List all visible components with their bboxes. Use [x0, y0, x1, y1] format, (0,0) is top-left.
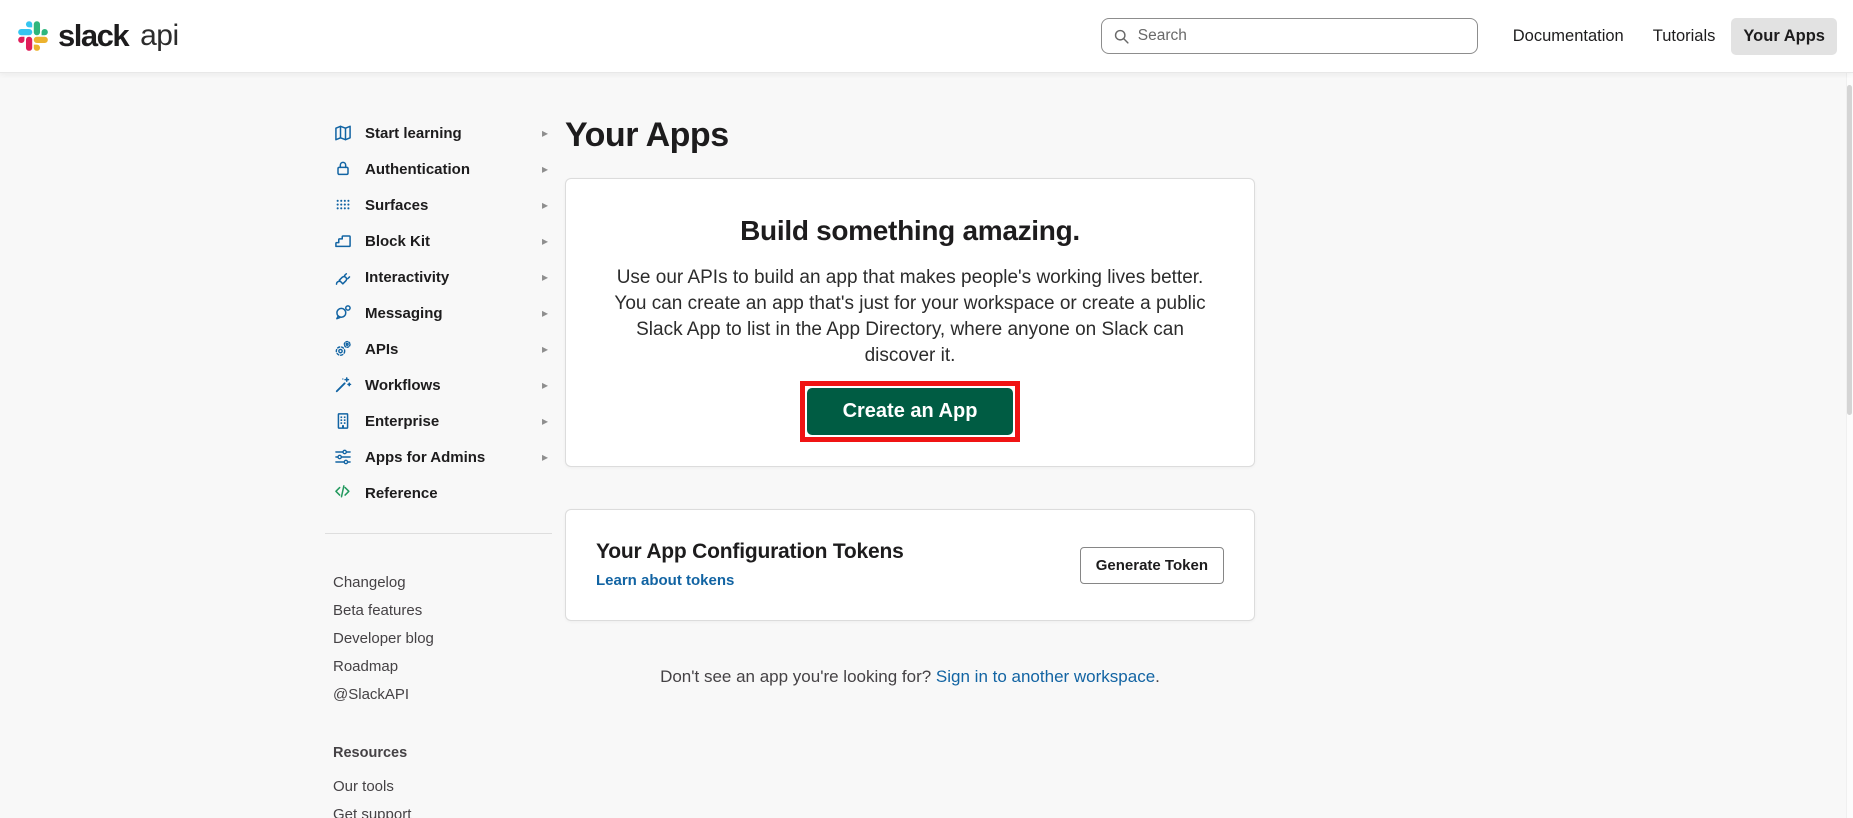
magic-wand-icon — [333, 375, 353, 395]
main-column: Your Apps Build something amazing. Use o… — [565, 115, 1255, 818]
sidebar-item-enterprise[interactable]: Enterprise ▸ — [325, 403, 562, 439]
workspace-note: Don't see an app you're looking for? Sig… — [565, 667, 1255, 687]
sidebar-item-block-kit[interactable]: Block Kit ▸ — [325, 223, 562, 259]
create-an-app-button[interactable]: Create an App — [807, 388, 1014, 435]
hero-card-title: Build something amazing. — [606, 215, 1214, 247]
config-tokens-card: Your App Configuration Tokens Learn abou… — [565, 509, 1255, 621]
logo-brand-text: slack — [58, 18, 128, 54]
sidebar-link-developer-blog[interactable]: Developer blog — [333, 625, 562, 653]
chevron-right-icon: ▸ — [542, 163, 548, 175]
logo-suffix-text: api — [140, 19, 179, 53]
resources-heading: Resources — [333, 745, 562, 761]
chevron-right-icon: ▸ — [542, 127, 548, 139]
sidebar-item-messaging[interactable]: Messaging ▸ — [325, 295, 562, 331]
sign-in-another-workspace-link[interactable]: Sign in to another workspace — [936, 667, 1155, 686]
slack-api-logo[interactable]: slack api — [18, 18, 179, 54]
sidebar-link-slackapi[interactable]: @SlackAPI — [333, 681, 562, 709]
sidebar-link-get-support[interactable]: Get support — [333, 801, 562, 818]
tokens-card-text: Your App Configuration Tokens Learn abou… — [596, 540, 904, 590]
page-content: Start learning ▸ Authentication ▸ Surfac… — [0, 73, 1853, 818]
sidebar-item-label: Apps for Admins — [365, 449, 485, 466]
nav-your-apps[interactable]: Your Apps — [1731, 18, 1837, 55]
sidebar-item-apps-for-admins[interactable]: Apps for Admins ▸ — [325, 439, 562, 475]
top-header: slack api Documentation Tutorials Your A… — [0, 0, 1853, 73]
chat-bubble-icon — [333, 303, 353, 323]
sidebar-item-authentication[interactable]: Authentication ▸ — [325, 151, 562, 187]
sidebar-item-interactivity[interactable]: Interactivity ▸ — [325, 259, 562, 295]
search-box[interactable] — [1101, 18, 1478, 54]
resources-links: Our tools Get support — [333, 773, 562, 818]
sidebar-link-our-tools[interactable]: Our tools — [333, 773, 562, 801]
chevron-right-icon: ▸ — [542, 271, 548, 283]
sliders-icon — [333, 447, 353, 467]
tokens-card-title: Your App Configuration Tokens — [596, 540, 904, 564]
chevron-right-icon: ▸ — [542, 307, 548, 319]
sidebar-link-beta-features[interactable]: Beta features — [333, 597, 562, 625]
gears-icon — [333, 339, 353, 359]
sidebar-item-surfaces[interactable]: Surfaces ▸ — [325, 187, 562, 223]
learn-about-tokens-link[interactable]: Learn about tokens — [596, 572, 734, 589]
chevron-right-icon: ▸ — [542, 235, 548, 247]
map-icon — [333, 123, 353, 143]
create-app-button-area: Create an App — [606, 381, 1214, 442]
chevron-right-icon: ▸ — [542, 415, 548, 427]
sidebar-item-label: Block Kit — [365, 233, 430, 250]
dot-grid-icon — [333, 195, 353, 215]
sidebar-item-label: Start learning — [365, 125, 462, 142]
workspace-note-text: Don't see an app you're looking for? — [660, 667, 936, 686]
sidebar-item-label: Authentication — [365, 161, 470, 178]
hero-card-body: Use our APIs to build an app that makes … — [606, 265, 1214, 369]
sidebar-item-label: Interactivity — [365, 269, 449, 286]
scrollbar-track[interactable] — [1846, 0, 1853, 818]
annotation-highlight-box: Create an App — [800, 381, 1021, 442]
sidebar-item-label: Enterprise — [365, 413, 439, 430]
sidebar-item-label: APIs — [365, 341, 398, 358]
sidebar-item-label: Messaging — [365, 305, 443, 322]
chevron-right-icon: ▸ — [542, 379, 548, 391]
chevron-right-icon: ▸ — [542, 451, 548, 463]
blocks-icon — [333, 231, 353, 251]
page-title: Your Apps — [565, 115, 1255, 156]
sidebar-link-roadmap[interactable]: Roadmap — [333, 653, 562, 681]
search-input[interactable] — [1138, 27, 1466, 45]
code-icon — [333, 483, 353, 503]
scrollbar-thumb[interactable] — [1847, 85, 1852, 415]
nav-tutorials[interactable]: Tutorials — [1653, 27, 1716, 46]
sidebar-item-apis[interactable]: APIs ▸ — [325, 331, 562, 367]
slack-logo-icon — [18, 21, 48, 51]
sidebar-divider — [325, 533, 552, 534]
sidebar-item-label: Surfaces — [365, 197, 428, 214]
chevron-right-icon: ▸ — [542, 343, 548, 355]
chevron-right-icon: ▸ — [542, 199, 548, 211]
header-nav: Documentation Tutorials Your Apps — [1513, 18, 1837, 55]
lock-icon — [333, 159, 353, 179]
workspace-note-suffix: . — [1155, 667, 1160, 686]
building-icon — [333, 411, 353, 431]
sidebar-links: Changelog Beta features Developer blog R… — [333, 569, 562, 709]
sidebar-item-start-learning[interactable]: Start learning ▸ — [325, 115, 562, 151]
plug-icon — [333, 267, 353, 287]
sidebar-item-reference[interactable]: Reference — [325, 475, 562, 511]
sidebar-link-changelog[interactable]: Changelog — [333, 569, 562, 597]
sidebar-item-workflows[interactable]: Workflows ▸ — [325, 367, 562, 403]
sidebar: Start learning ▸ Authentication ▸ Surfac… — [325, 115, 562, 818]
build-app-card: Build something amazing. Use our APIs to… — [565, 178, 1255, 467]
nav-documentation[interactable]: Documentation — [1513, 27, 1624, 46]
sidebar-item-label: Reference — [365, 485, 438, 502]
generate-token-button[interactable]: Generate Token — [1080, 547, 1224, 584]
sidebar-item-label: Workflows — [365, 377, 441, 394]
search-icon — [1113, 28, 1130, 45]
